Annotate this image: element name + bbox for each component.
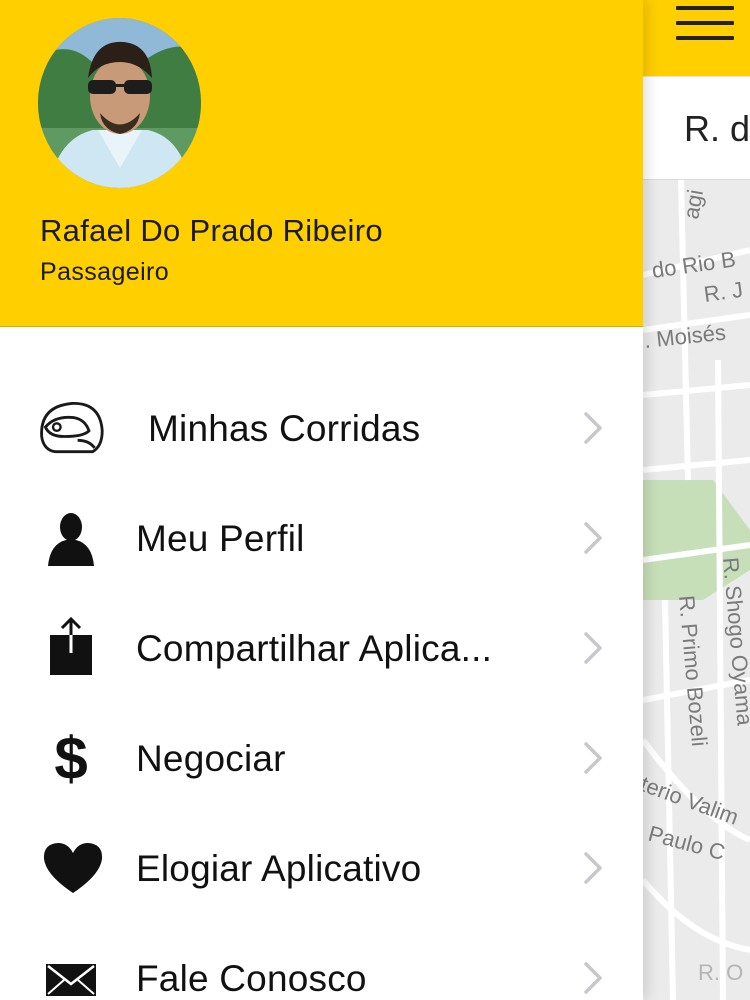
menu-item-fale-conosco[interactable]: Fale Conosco: [0, 923, 643, 1000]
menu-item-negociar[interactable]: $ Negociar: [0, 703, 643, 813]
helmet-icon: [36, 393, 106, 463]
dollar-icon: $: [54, 724, 88, 792]
map-streets: agi do Rio B R. J . Moisés R. Shogo Oyam…: [643, 180, 750, 1000]
menu-item-minhas-corridas[interactable]: Minhas Corridas: [0, 373, 643, 483]
navigation-drawer: Rafael Do Prado Ribeiro Passageiro Minha…: [0, 0, 643, 1000]
avatar-photo-icon: [38, 18, 201, 188]
menu-label-minhas-corridas: Minhas Corridas: [148, 408, 421, 449]
user-role: Passageiro: [40, 258, 170, 286]
menu-label-meu-perfil: Meu Perfil: [136, 518, 305, 559]
menu-label-negociar: Negociar: [136, 738, 286, 779]
avatar[interactable]: [38, 18, 201, 188]
street-label-ro: R. O: [698, 960, 743, 985]
chevron-right-icon: [584, 522, 602, 554]
chevron-right-icon: [584, 742, 602, 774]
street-label-agi: agi: [678, 188, 708, 221]
menu-label-fale-conosco: Fale Conosco: [136, 958, 367, 999]
menu-item-meu-perfil[interactable]: Meu Perfil: [0, 483, 643, 593]
person-icon: [36, 503, 106, 573]
chevron-right-icon: [584, 632, 602, 664]
chevron-right-icon: [584, 962, 602, 994]
heart-icon: [38, 833, 108, 903]
chevron-right-icon: [584, 852, 602, 884]
share-icon: [36, 611, 106, 681]
destination-search-text: R. d: [684, 108, 750, 149]
menu-label-elogiar: Elogiar Aplicativo: [136, 848, 422, 889]
map-view[interactable]: agi do Rio B R. J . Moisés R. Shogo Oyam…: [643, 180, 750, 1000]
drawer-header: Rafael Do Prado Ribeiro Passageiro: [0, 0, 643, 327]
hamburger-menu-icon[interactable]: [676, 6, 734, 42]
user-name: Rafael Do Prado Ribeiro: [40, 213, 383, 248]
menu-item-compartilhar[interactable]: Compartilhar Aplica...: [0, 593, 643, 703]
chevron-right-icon: [584, 412, 602, 444]
menu-label-compartilhar: Compartilhar Aplica...: [136, 628, 493, 669]
menu-item-elogiar[interactable]: Elogiar Aplicativo: [0, 813, 643, 923]
envelope-icon: [36, 945, 106, 1000]
